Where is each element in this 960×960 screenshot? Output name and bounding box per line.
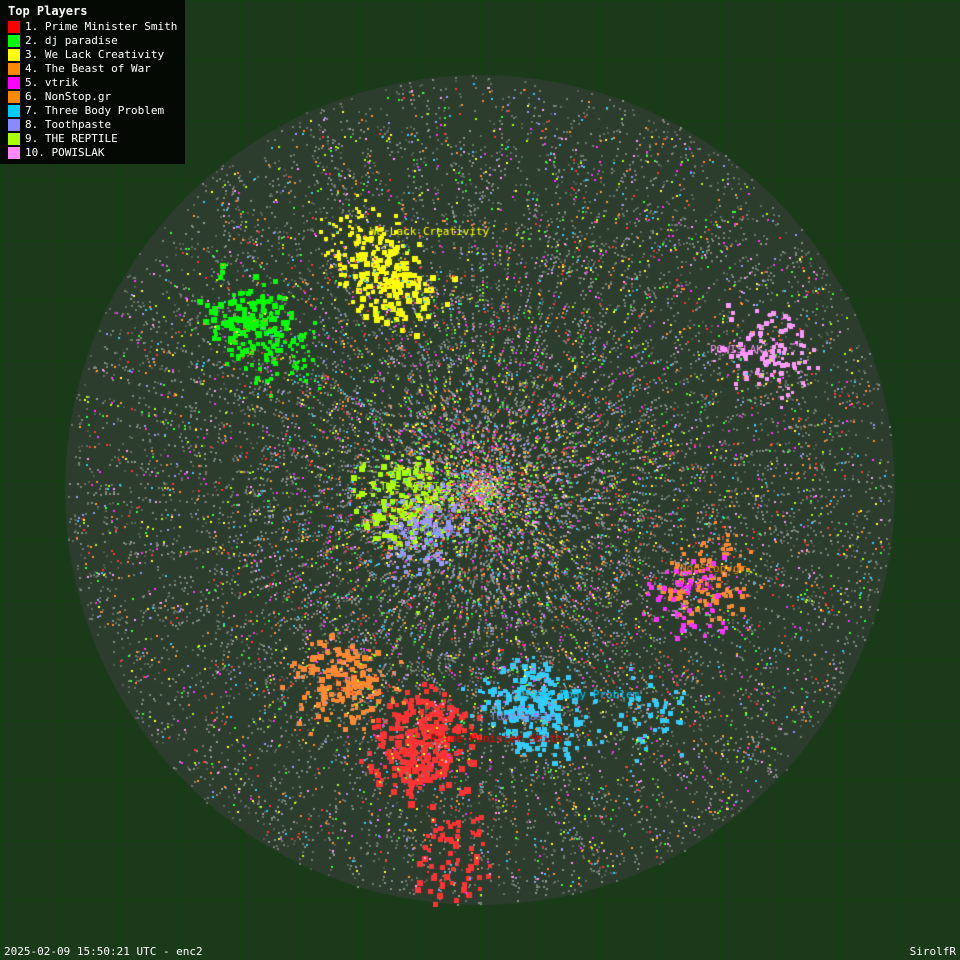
legend-color-swatch [8,119,20,131]
legend-items: 1. Prime Minister Smith 2. dj paradise 3… [8,20,177,159]
legend-item-label: 5. vtrik [25,76,78,89]
legend-color-swatch [8,21,20,33]
footer-right: SirolfR [910,945,956,958]
legend-item-label: 9. THE REPTILE [25,132,118,145]
legend-item: 6. NonStop.gr [8,90,177,103]
legend-item: 8. Toothpaste [8,118,177,131]
legend-color-swatch [8,63,20,75]
legend-color-swatch [8,35,20,47]
legend-color-swatch [8,105,20,117]
legend-item: 3. We Lack Creativity [8,48,177,61]
legend-item-label: 4. The Beast of War [25,62,151,75]
legend-item-label: 6. NonStop.gr [25,90,111,103]
legend-color-swatch [8,147,20,159]
legend-item-label: 3. We Lack Creativity [25,48,164,61]
legend-item: 9. THE REPTILE [8,132,177,145]
legend-item: 4. The Beast of War [8,62,177,75]
legend-color-swatch [8,133,20,145]
legend-title: Top Players [8,4,177,18]
legend-item-label: 8. Toothpaste [25,118,111,131]
legend-item: 2. dj paradise [8,34,177,47]
legend-color-swatch [8,77,20,89]
legend-item: 5. vtrik [8,76,177,89]
legend-item: 10. POWISLAK [8,146,177,159]
footer-left: 2025-02-09 15:50:21 UTC - enc2 [4,945,203,958]
legend-color-swatch [8,91,20,103]
legend-box: Top Players 1. Prime Minister Smith 2. d… [0,0,185,164]
legend-item-label: 10. POWISLAK [25,146,104,159]
legend-color-swatch [8,49,20,61]
legend-item: 1. Prime Minister Smith [8,20,177,33]
legend-item-label: 2. dj paradise [25,34,118,47]
legend-item: 7. Three Body Problem [8,104,177,117]
legend-item-label: 1. Prime Minister Smith [25,20,177,33]
legend-item-label: 7. Three Body Problem [25,104,164,117]
